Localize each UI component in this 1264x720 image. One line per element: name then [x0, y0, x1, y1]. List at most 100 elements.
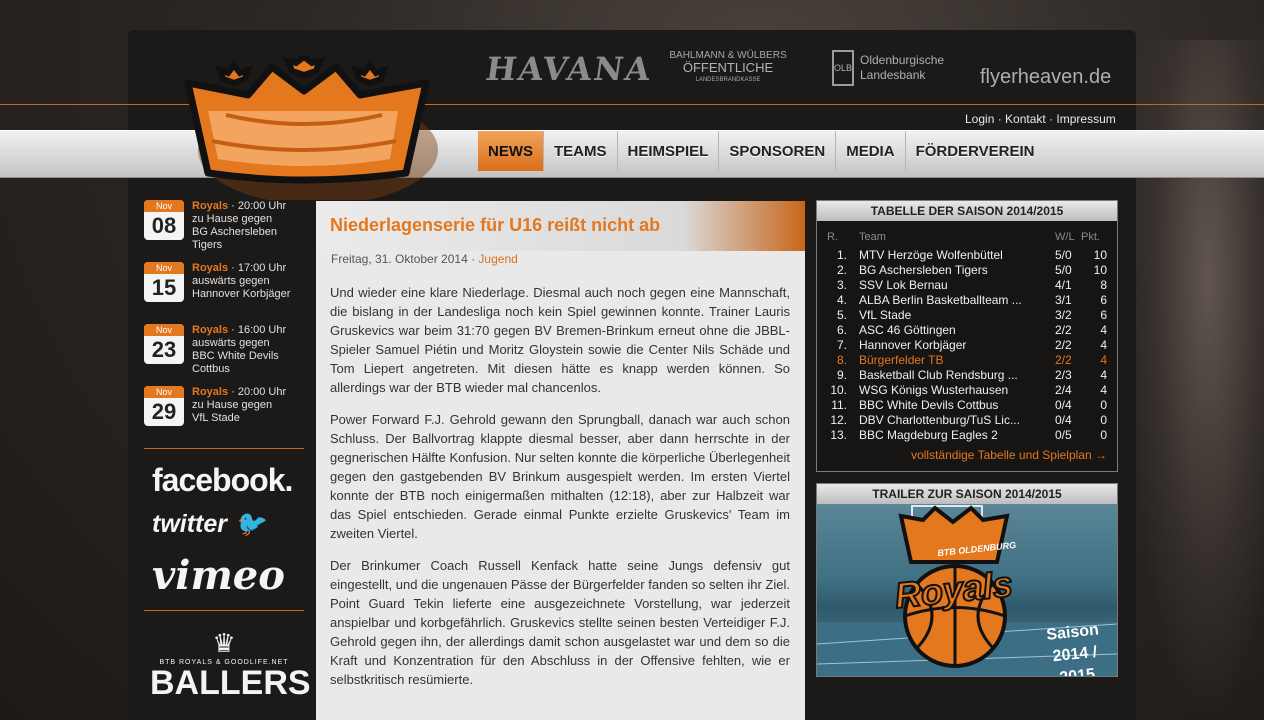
event-team: Royals — [192, 386, 229, 398]
standings-row[interactable]: 8. Bürgerfelder TB 2/2 4 — [817, 353, 1117, 368]
trailer-title: TRAILER ZUR SAISON 2014/2015 — [817, 484, 1117, 504]
row-wl: 5/0 — [1055, 248, 1072, 262]
sponsor-oeffentliche-line3: LANDESBRANDKASSE — [695, 77, 761, 83]
olb-icon: OLB — [832, 50, 854, 86]
row-wl: 3/2 — [1055, 308, 1072, 322]
trailer-box: TRAILER ZUR SAISON 2014/2015 BTB OLDENBU… — [816, 483, 1118, 677]
sponsor-oeffentliche-logo[interactable]: BAHLMANN & WÜLBERS ÖFFENTLICHE LANDESBRA… — [660, 50, 796, 86]
standings-row[interactable]: 4. ALBA Berlin Basketballteam ... 3/1 6 — [817, 293, 1117, 308]
calendar-icon: Nov 15 — [144, 262, 184, 302]
row-team: ALBA Berlin Basketballteam ... — [859, 293, 1022, 307]
event-team: Royals — [192, 200, 229, 212]
nav-news[interactable]: NEWS — [478, 131, 544, 171]
row-pts: 4 — [1100, 323, 1107, 337]
article-paragraph: Power Forward F.J. Gehrold gewann den Sp… — [330, 412, 790, 541]
event-text: Royals · 16:00 Uhr auswärts gegen BBC Wh… — [192, 324, 304, 376]
sponsor-havana-logo[interactable]: HAVANA — [483, 50, 654, 88]
row-rank: 2. — [836, 263, 847, 277]
sponsor-flyerheaven-logo[interactable]: flyerheaven.de — [980, 66, 1111, 89]
kontakt-link[interactable]: Kontakt — [1005, 112, 1046, 126]
article-title[interactable]: Niederlagenserie für U16 reißt nicht ab — [330, 215, 660, 236]
standings-row[interactable]: 12. DBV Charlottenburg/TuS Lic... 0/4 0 — [817, 413, 1117, 428]
row-wl: 2/2 — [1055, 338, 1072, 352]
event-day: 29 — [151, 399, 177, 424]
header-rank: R. — [827, 231, 838, 243]
impressum-link[interactable]: Impressum — [1056, 112, 1115, 126]
event-opponent-2: Tigers — [192, 239, 223, 251]
event-month: Nov — [144, 324, 184, 336]
event-location: zu Hause gegen — [192, 213, 273, 225]
row-rank: 6. — [836, 323, 847, 337]
row-rank: 1. — [836, 248, 847, 262]
row-pts: 4 — [1100, 353, 1107, 367]
nav-teams[interactable]: TEAMS — [544, 131, 618, 171]
nav-foerderverein[interactable]: FÖRDERVEREIN — [906, 131, 1045, 171]
vimeo-link[interactable]: vimeo — [152, 552, 285, 599]
sponsor-olb-logo[interactable]: OLB Oldenburgische Landesbank — [832, 50, 944, 86]
row-rank: 11. — [831, 398, 847, 412]
event-location: zu Hause gegen — [192, 399, 273, 411]
row-rank: 8. — [836, 353, 847, 367]
nav-heimspiel[interactable]: HEIMSPIEL — [618, 131, 720, 171]
standings-row[interactable]: 13. BBC Magdeburg Eagles 2 0/5 0 — [817, 428, 1117, 443]
crown-icon: ♛ — [212, 628, 236, 658]
event-time: · 16:00 Uhr — [228, 324, 287, 336]
event-day: 15 — [151, 275, 177, 300]
standings-row[interactable]: 11. BBC White Devils Cottbus 0/4 0 — [817, 398, 1117, 413]
row-rank: 10. — [830, 383, 847, 397]
row-team: Hannover Korbjäger — [859, 338, 967, 352]
login-link[interactable]: Login — [965, 112, 994, 126]
row-rank: 12. — [830, 413, 847, 427]
standings-row[interactable]: 7. Hannover Korbjäger 2/2 4 — [817, 338, 1117, 353]
twitter-link[interactable]: twitter 🐦 — [152, 510, 265, 539]
facebook-link[interactable]: facebook. — [152, 462, 293, 499]
standings-row[interactable]: 2. BG Aschersleben Tigers 5/0 10 — [817, 263, 1117, 278]
standings-row[interactable]: 10. WSG Königs Wusterhausen 2/4 4 — [817, 383, 1117, 398]
standings-row[interactable]: 9. Basketball Club Rendsburg ... 2/3 4 — [817, 368, 1117, 383]
event-location: auswärts gegen — [192, 275, 270, 287]
row-pts: 8 — [1100, 278, 1107, 292]
sidebar-divider — [144, 610, 304, 611]
event-item[interactable]: Nov 29 Royals · 20:00 Uhr zu Hause gegen… — [144, 386, 304, 448]
event-month: Nov — [144, 200, 184, 212]
royals-crown-logo[interactable] — [168, 53, 440, 205]
article-paragraph: Und wieder eine klare Niederlage. Diesma… — [330, 285, 790, 395]
article-body: Und wieder eine klare Niederlage. Diesma… — [330, 283, 790, 702]
standings-row[interactable]: 3. SSV Lok Bernau 4/1 8 — [817, 278, 1117, 293]
ballers-night-banner[interactable]: ♛ BTB ROYALS & GOODLIFE.NET BALLERS — [150, 628, 311, 702]
event-item[interactable]: Nov 08 Royals · 20:00 Uhr zu Hause gegen… — [144, 200, 304, 262]
row-pts: 4 — [1100, 368, 1107, 382]
olb-line1: Oldenburgische — [860, 53, 945, 67]
event-opponent: VfL Stade — [192, 412, 240, 424]
separator: · — [1045, 112, 1057, 126]
event-time: · 20:00 Uhr — [228, 386, 287, 398]
calendar-icon: Nov 29 — [144, 386, 184, 426]
row-wl: 2/2 — [1055, 323, 1072, 337]
full-table-link[interactable]: vollständige Tabelle und Spielplan → — [911, 448, 1107, 462]
events-list: Nov 08 Royals · 20:00 Uhr zu Hause gegen… — [144, 200, 304, 448]
event-team: Royals — [192, 324, 229, 336]
standings-row[interactable]: 6. ASC 46 Göttingen 2/2 4 — [817, 323, 1117, 338]
trailer-saison-text: Saison 2014 / 2015 — [1030, 618, 1117, 676]
event-text: Royals · 20:00 Uhr zu Hause gegen VfL St… — [192, 386, 304, 425]
event-item[interactable]: Nov 23 Royals · 16:00 Uhr auswärts gegen… — [144, 324, 304, 386]
nav-sponsoren[interactable]: SPONSOREN — [719, 131, 837, 171]
standings-row[interactable]: 1. MTV Herzöge Wolfenbüttel 5/0 10 — [817, 248, 1117, 263]
event-opponent: BBC White Devils — [192, 350, 279, 362]
event-item[interactable]: Nov 15 Royals · 17:00 Uhr auswärts gegen… — [144, 262, 304, 324]
ballers-title: BALLERS — [150, 664, 311, 702]
row-pts: 4 — [1100, 338, 1107, 352]
row-pts: 6 — [1100, 308, 1107, 322]
standings-table: TABELLE DER SAISON 2014/2015 R. Team W/L… — [816, 200, 1118, 472]
standings-row[interactable]: 5. VfL Stade 3/2 6 — [817, 308, 1117, 323]
event-text: Royals · 20:00 Uhr zu Hause gegen BG Asc… — [192, 200, 304, 252]
article-date: Freitag, 31. Oktober 2014 · — [331, 252, 479, 266]
row-rank: 9. — [836, 368, 847, 382]
trailer-video[interactable]: BTB OLDENBURG Royals Saison 2014 / 2015 — [817, 504, 1117, 676]
main-nav: NEWS TEAMS HEIMSPIEL SPONSOREN MEDIA FÖR… — [478, 131, 1044, 171]
row-team: BBC Magdeburg Eagles 2 — [859, 428, 998, 442]
row-pts: 10 — [1093, 248, 1107, 262]
row-team: BBC White Devils Cottbus — [859, 398, 999, 412]
article-category-link[interactable]: Jugend — [478, 252, 517, 266]
nav-media[interactable]: MEDIA — [836, 131, 906, 171]
